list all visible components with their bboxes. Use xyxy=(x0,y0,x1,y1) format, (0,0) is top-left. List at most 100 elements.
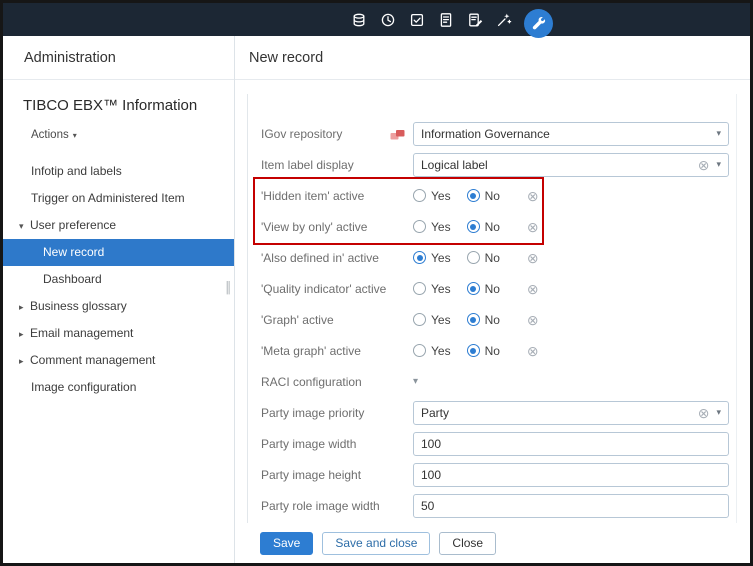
field-control xyxy=(413,494,729,518)
field-label: 'Quality indicator' active xyxy=(261,282,413,296)
clear-icon[interactable]: ⊗ xyxy=(527,344,539,358)
form-row-party-image-width: Party image width xyxy=(261,428,736,459)
party-image-priority-select[interactable]: Party⊗▾ xyxy=(413,401,729,425)
form-row-igov-repository: IGov repositoryInformation Governance▾ xyxy=(261,118,736,149)
meta-graph-active-no-radio[interactable]: No xyxy=(467,344,500,358)
radio-label: Yes xyxy=(431,189,451,203)
sidebar-item-label: User preference xyxy=(30,218,116,232)
field-control: Yes No ⊗ xyxy=(413,344,546,358)
radio-unchecked-icon xyxy=(413,313,426,326)
sidebar-item-label: Comment management xyxy=(30,353,155,367)
field-control: Yes No ⊗ xyxy=(413,282,546,296)
form-row-hidden-item-active: 'Hidden item' activeYesNo⊗ xyxy=(261,180,736,211)
topbar-icons xyxy=(350,2,553,38)
radio-checked-icon xyxy=(467,282,480,295)
sidebar-item-image-configuration[interactable]: Image configuration xyxy=(3,374,234,401)
party-image-height-input[interactable] xyxy=(413,463,729,487)
clear-icon[interactable]: ⊗ xyxy=(527,251,539,265)
actions-label: Actions xyxy=(31,129,69,141)
clock-icon[interactable] xyxy=(379,11,397,29)
sidebar-item-dashboard[interactable]: Dashboard xyxy=(3,266,234,293)
close-button[interactable]: Close xyxy=(439,532,496,555)
field-label: 'View by only' active xyxy=(261,220,413,234)
sidebar-item-label: Infotip and labels xyxy=(31,164,122,178)
actions-dropdown[interactable]: Actions ▾ xyxy=(3,114,234,141)
sidebar-item-label: Trigger on Administered Item xyxy=(31,191,185,205)
hidden-item-active-no-radio[interactable]: No xyxy=(467,189,500,203)
radio-unchecked-icon xyxy=(413,220,426,233)
radio-checked-icon xyxy=(467,189,480,202)
sidebar-item-email-management[interactable]: ▸Email management xyxy=(3,320,234,347)
form-row-meta-graph-active: 'Meta graph' activeYesNo⊗ xyxy=(261,335,736,366)
chevron-down-icon: ▾ xyxy=(73,131,77,140)
also-defined-in-active-yes-radio[interactable]: Yes xyxy=(413,251,451,265)
select-value: Information Governance xyxy=(421,127,716,141)
report-icon[interactable] xyxy=(437,11,455,29)
clear-icon[interactable]: ⊗ xyxy=(527,282,539,296)
sidebar-item-new-record[interactable]: New record xyxy=(3,239,234,266)
clear-icon[interactable]: ⊗ xyxy=(527,189,539,203)
clear-icon[interactable]: ⊗ xyxy=(527,220,539,234)
radio-label: Yes xyxy=(431,282,451,296)
radio-label: Yes xyxy=(431,251,451,265)
field-control: Yes No ⊗ xyxy=(413,220,546,234)
section-collapse-icon[interactable]: ▾ xyxy=(413,376,418,387)
field-label: Item label display xyxy=(261,158,413,172)
magic-wand-icon[interactable] xyxy=(495,11,513,29)
sidebar-item-user-preference[interactable]: ▾User preference xyxy=(3,212,234,239)
sidebar-item-comment-management[interactable]: ▸Comment management xyxy=(3,347,234,374)
graph-active-yes-radio[interactable]: Yes xyxy=(413,313,451,327)
field-control: Yes No ⊗ xyxy=(413,313,546,327)
field-control: Party⊗▾ xyxy=(413,401,729,425)
sidebar-item-business-glossary[interactable]: ▸Business glossary xyxy=(3,293,234,320)
clear-icon[interactable]: ⊗ xyxy=(698,406,710,420)
radio-checked-icon xyxy=(467,313,480,326)
radio-label: No xyxy=(485,220,500,234)
form-row-party-image-height: Party image height xyxy=(261,459,736,490)
hidden-item-active-yes-radio[interactable]: Yes xyxy=(413,189,451,203)
field-label: 'Also defined in' active xyxy=(261,251,413,265)
radio-label: No xyxy=(485,251,500,265)
party-role-image-width-input[interactable] xyxy=(413,494,729,518)
save-button[interactable]: Save xyxy=(260,532,313,555)
party-image-width-input[interactable] xyxy=(413,432,729,456)
chevron-right-icon: ▸ xyxy=(19,294,30,321)
sidebar-splitter[interactable]: ║ xyxy=(224,282,232,294)
form-row-raci-configuration: RACI configuration▾ xyxy=(261,366,736,397)
view-by-only-active-yes-radio[interactable]: Yes xyxy=(413,220,451,234)
form-row-party-role-image-width: Party role image width xyxy=(261,490,736,521)
chevron-down-icon: ▾ xyxy=(19,213,30,240)
clear-icon[interactable]: ⊗ xyxy=(527,313,539,327)
radio-label: No xyxy=(485,282,500,296)
field-control: Yes No ⊗ xyxy=(413,189,546,203)
checklist-icon[interactable] xyxy=(408,11,426,29)
quality-indicator-active-no-radio[interactable]: No xyxy=(467,282,500,296)
wrench-icon[interactable] xyxy=(524,9,553,38)
field-label: 'Graph' active xyxy=(261,313,413,327)
sidebar-item-label: Email management xyxy=(30,326,133,340)
save-and-close-button[interactable]: Save and close xyxy=(322,532,430,555)
database-icon[interactable] xyxy=(350,11,368,29)
igov-repository-select[interactable]: Information Governance▾ xyxy=(413,122,729,146)
clear-icon[interactable]: ⊗ xyxy=(698,158,710,172)
field-control: ▾ xyxy=(413,376,418,387)
item-label-display-select[interactable]: Logical label⊗▾ xyxy=(413,153,729,177)
field-label: Party image width xyxy=(261,437,413,451)
view-by-only-active-no-radio[interactable]: No xyxy=(467,220,500,234)
field-label: Party image height xyxy=(261,468,413,482)
radio-label: No xyxy=(485,344,500,358)
form-row-party-image-priority: Party image priorityParty⊗▾ xyxy=(261,397,736,428)
chevron-right-icon: ▸ xyxy=(19,348,30,375)
sidebar-item-trigger-on-administered-item[interactable]: Trigger on Administered Item xyxy=(3,185,234,212)
form-edit-icon[interactable] xyxy=(466,11,484,29)
topbar xyxy=(3,3,750,36)
also-defined-in-active-no-radio[interactable]: No xyxy=(467,251,500,265)
app-title: TIBCO EBX™ Information xyxy=(3,80,234,114)
sidebar-item-infotip-and-labels[interactable]: Infotip and labels xyxy=(3,158,234,185)
meta-graph-active-yes-radio[interactable]: Yes xyxy=(413,344,451,358)
graph-active-no-radio[interactable]: No xyxy=(467,313,500,327)
field-label: RACI configuration xyxy=(261,375,413,389)
radio-unchecked-icon xyxy=(467,251,480,264)
quality-indicator-active-yes-radio[interactable]: Yes xyxy=(413,282,451,296)
field-control xyxy=(413,432,729,456)
